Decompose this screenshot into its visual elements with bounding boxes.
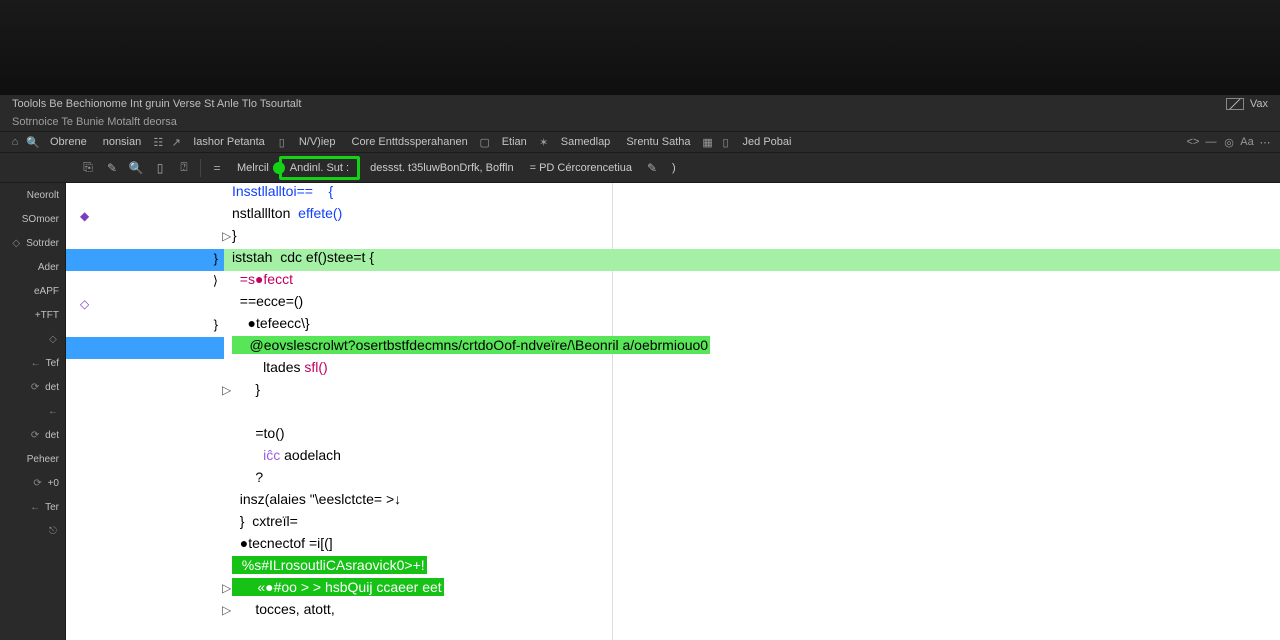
breadcrumb[interactable]: dessst. t35luwBonDrfk, Boffln <box>364 162 519 174</box>
dash-icon[interactable]: — <box>1204 135 1218 149</box>
toolbar: ⎘ ✎ 🔍 ▯ ⍰ = Melrcil Andinl. Sut : dessst… <box>0 153 1280 183</box>
menu-item[interactable]: Jed Pobai <box>737 134 798 150</box>
grid-icon[interactable]: ▦ <box>701 135 715 149</box>
back-icon: ← <box>30 357 42 369</box>
menubar: ⌂ 🔍 Obrene nonsian ☷ ↗ Iashor Petanta ▯ … <box>0 131 1280 153</box>
chart-icon[interactable]: ☷ <box>151 135 165 149</box>
panel-icon[interactable]: ▯ <box>719 135 733 149</box>
menu-item[interactable]: N/V)iep <box>293 134 342 150</box>
arrow-icon[interactable]: ↗ <box>169 135 183 149</box>
breadcrumb-end: ) <box>666 162 682 174</box>
fold-icon[interactable]: ▷ <box>222 581 231 595</box>
code-editor[interactable]: Insstllalltoi== { nstlalllton effete() ▷… <box>224 183 1280 640</box>
copy-icon[interactable]: ⎘ <box>78 158 98 178</box>
diff-inline-span: %s#ILrosoutliCAsraovіck0>+! <box>232 556 427 574</box>
fold-icon[interactable]: ▷ <box>222 603 231 617</box>
sidebar: Neorolt SOmoer ◇Sotrder Ader eAPF +TFT ◇… <box>0 183 66 640</box>
sidebar-item[interactable]: ⟳det <box>0 375 65 399</box>
menu-item[interactable]: Etian <box>496 134 533 150</box>
back-icon: ← <box>29 501 41 513</box>
sidebar-item[interactable]: ←Ter <box>0 495 65 519</box>
menu-item[interactable]: Iashor Petanta <box>187 134 271 150</box>
home-icon[interactable]: ⌂ <box>8 135 22 149</box>
star-icon[interactable]: ✶ <box>537 135 551 149</box>
flag-icon <box>1226 98 1244 110</box>
more-icon[interactable]: ⋯ <box>1258 135 1272 149</box>
person-icon[interactable]: ⍰ <box>174 158 194 178</box>
menu-item[interactable]: Core Enttdssperahanen <box>346 134 474 150</box>
subpath-row: Sotrnoice Te Bunie Motalft deorsa <box>0 113 1280 131</box>
diamond-icon: ◇ <box>10 237 22 249</box>
sidebar-item[interactable]: SOmoer <box>0 207 65 231</box>
search-icon[interactable]: 🔍 <box>26 135 40 149</box>
sidebar-item[interactable]: ⟳det <box>0 423 65 447</box>
breadcrumb[interactable]: Melrcil <box>231 162 275 174</box>
path-row: Toolols Be Bechionome Int gruin Verse St… <box>0 95 1280 113</box>
titlebar-area <box>0 0 1280 95</box>
menu-item[interactable]: nonsian <box>97 134 148 150</box>
search-icon[interactable]: 🔍 <box>126 158 146 178</box>
diff-added-line: iststah cdc ef()stee=t { <box>224 249 1280 271</box>
sidebar-item[interactable]: ←Tef <box>0 351 65 375</box>
selected-gutter-row[interactable]: } <box>66 249 224 271</box>
bookmark-icon[interactable]: ◇ <box>80 297 89 311</box>
breadcrumb[interactable]: = PD Cércorencetiua <box>524 162 638 174</box>
sidebar-item[interactable]: ← <box>0 399 65 423</box>
sidebar-item[interactable]: Peheer <box>0 447 65 471</box>
box-icon[interactable]: ▢ <box>478 135 492 149</box>
menu-item[interactable]: Obrene <box>44 134 93 150</box>
eq-icon[interactable]: = <box>207 158 227 178</box>
flag-label: Vax <box>1250 98 1268 110</box>
bookmark-icon[interactable]: ◆ <box>80 209 89 223</box>
path-text: Toolols Be Bechionome Int gruin Verse St… <box>12 98 301 110</box>
sidebar-item[interactable]: Neorolt <box>0 183 65 207</box>
target-icon[interactable]: ◎ <box>1222 135 1236 149</box>
back-icon: ← <box>47 405 59 417</box>
diff-inline-span: «●#oo > > hsbQuij ccaeer eet <box>232 578 444 596</box>
exit-icon: ⎋ <box>47 525 59 537</box>
diamond-icon: ◇ <box>47 333 59 345</box>
chevrons-icon[interactable]: <> <box>1186 135 1200 149</box>
aa-icon[interactable]: Aa <box>1240 135 1254 149</box>
refresh-icon: ⟳ <box>29 429 41 441</box>
menu-item[interactable]: Srentu Satha <box>620 134 696 150</box>
sidebar-item[interactable]: ⎋ <box>0 519 65 543</box>
edit-icon[interactable]: ✎ <box>642 158 662 178</box>
sidebar-item[interactable]: ⟳+0 <box>0 471 65 495</box>
fold-icon[interactable]: ▷ <box>222 229 231 243</box>
fold-icon[interactable]: ▷ <box>222 383 231 397</box>
menu-item[interactable]: Samedlap <box>555 134 617 150</box>
sidebar-item[interactable]: Ader <box>0 255 65 279</box>
gutter: ◆ } ⟩ ◇ } <box>66 183 224 640</box>
sidebar-item[interactable]: ◇ <box>0 327 65 351</box>
layout-icon[interactable]: ▯ <box>150 158 170 178</box>
refresh-icon: ⟳ <box>29 381 41 393</box>
sidebar-item[interactable]: ◇Sotrder <box>0 231 65 255</box>
sidebar-item[interactable]: eAPF <box>0 279 65 303</box>
doc-icon[interactable]: ▯ <box>275 135 289 149</box>
refresh-icon: ⟳ <box>32 477 44 489</box>
subpath-text: Sotrnoice Te Bunie Motalft deorsa <box>12 116 177 128</box>
diff-inline-span: @eovslescrolwt?osertbstfdecmns/crtdoOof-… <box>232 336 710 354</box>
wand-icon[interactable]: ✎ <box>102 158 122 178</box>
sidebar-item[interactable]: +TFT <box>0 303 65 327</box>
selected-gutter-row[interactable] <box>66 337 224 359</box>
breadcrumb-active[interactable]: Andinl. Sut : <box>279 156 360 180</box>
